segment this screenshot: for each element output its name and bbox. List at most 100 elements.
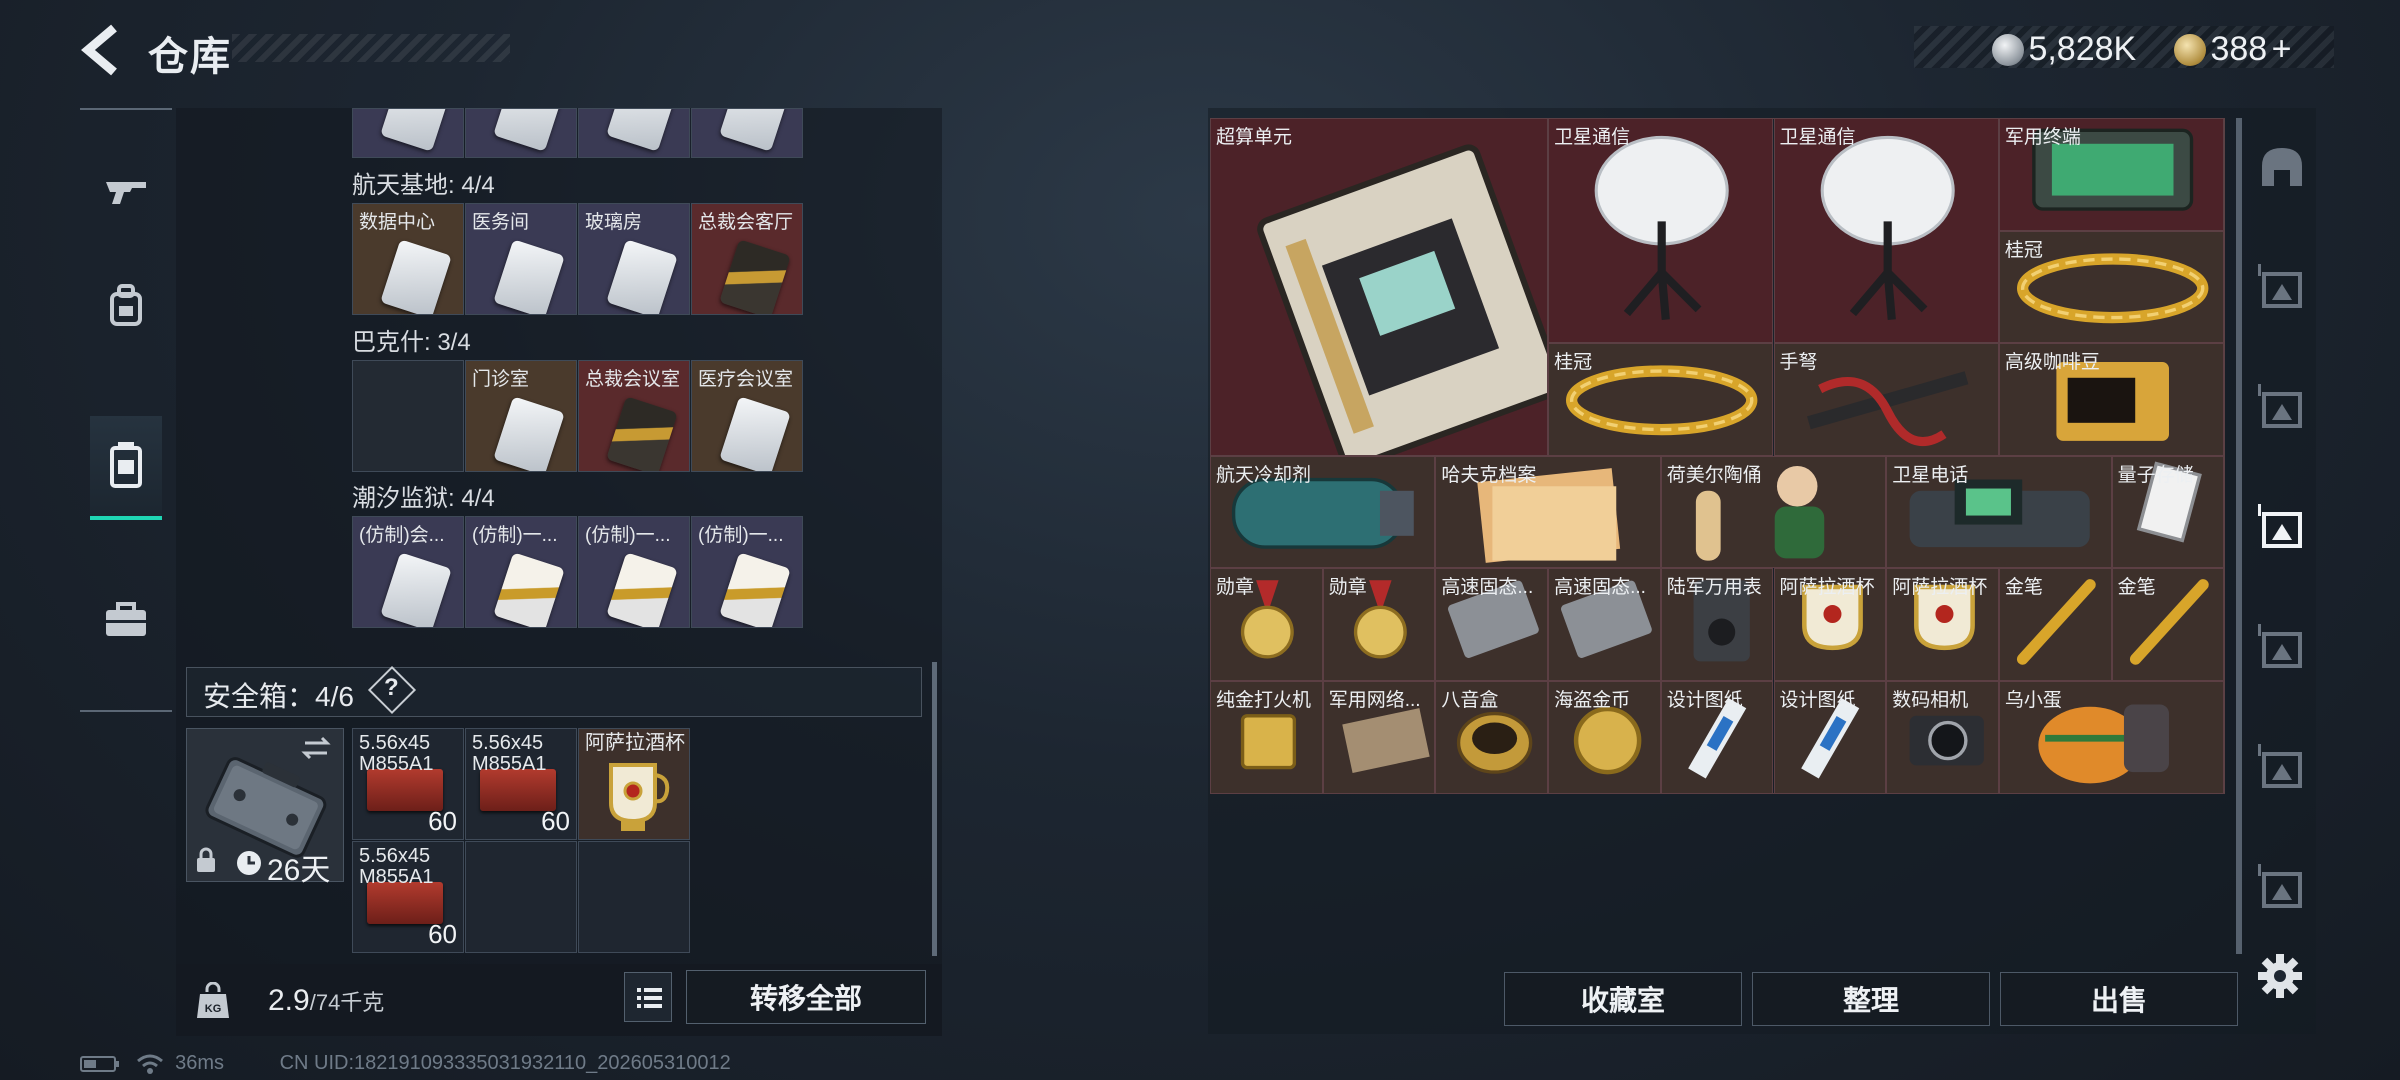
stash-tab-6-icon: [2258, 744, 2302, 788]
keycard-slot[interactable]: 医疗会议室: [691, 360, 803, 472]
stash-tab[interactable]: [2254, 862, 2310, 918]
list-view-button[interactable]: [624, 972, 672, 1022]
keycard-icon: [606, 239, 678, 314]
add-token-button[interactable]: +: [2272, 30, 2292, 68]
uid-label: CN UID:18219109333503193​2110_2026053100…: [279, 1052, 731, 1074]
stash-item[interactable]: 海盗金币: [1548, 681, 1661, 794]
stash-tab[interactable]: [2254, 502, 2310, 558]
transfer-all-button[interactable]: 转移全部: [686, 970, 926, 1024]
keycard-slot[interactable]: 数据中心: [352, 203, 464, 315]
nav-tab-items[interactable]: [90, 574, 162, 666]
back-button[interactable]: [78, 22, 124, 78]
rifle-icon: [106, 182, 146, 204]
sell-button[interactable]: 出售: [2000, 972, 2238, 1026]
keycard-slot[interactable]: [578, 108, 690, 158]
stash-item[interactable]: 军用终端: [1998, 118, 2225, 231]
category-sidebar: [80, 108, 172, 712]
keycard-slot[interactable]: [465, 108, 577, 158]
stash-item[interactable]: 高级咖啡豆: [1998, 343, 2225, 456]
stash-item[interactable]: 纯金打火机: [1210, 681, 1323, 794]
stash-tab[interactable]: [2254, 142, 2310, 198]
keycard-slot[interactable]: [352, 108, 464, 158]
stash-item[interactable]: 手弩: [1773, 343, 1999, 456]
keycard-slot[interactable]: (仿制)一...: [578, 516, 690, 628]
coin-balance: 5,828K: [1992, 30, 2136, 69]
safe-empty-slot[interactable]: [465, 841, 577, 953]
keycard-slot[interactable]: 总裁会客厅: [691, 203, 803, 315]
stash-item[interactable]: 超算单元: [1210, 118, 1549, 456]
keycard-slot[interactable]: 医务间: [465, 203, 577, 315]
collection-room-button[interactable]: 收藏室: [1504, 972, 1742, 1026]
swap-icon: [301, 736, 331, 760]
stash-item[interactable]: 卫星电话: [1886, 455, 2112, 569]
stash-item[interactable]: 陆军万用表: [1660, 568, 1774, 681]
keycard-row: 门诊室 总裁会议室 医疗会议室: [352, 360, 804, 472]
keycard-slot[interactable]: 总裁会议室: [578, 360, 690, 472]
stash-item[interactable]: 八音盒: [1435, 681, 1549, 794]
stash-item[interactable]: 卫星通信: [1548, 118, 1774, 344]
stash-tab[interactable]: [2254, 622, 2310, 678]
stash-tab[interactable]: [2254, 742, 2310, 798]
stash-item[interactable]: 军用网络...: [1322, 681, 1436, 794]
safe-item-ammo[interactable]: 5.56x45 M855A1 60: [352, 841, 464, 953]
nav-tab-weapons[interactable]: [90, 144, 162, 236]
keycard-slot[interactable]: 门诊室: [465, 360, 577, 472]
stash-item[interactable]: 卫星通信: [1773, 118, 1999, 344]
keycard-slot[interactable]: [691, 108, 803, 158]
nav-tab-bags[interactable]: [90, 260, 162, 352]
item-name: 5.56x45 M855A1: [359, 845, 434, 888]
stash-item[interactable]: 桂冠: [1548, 343, 1774, 456]
keycard-icon: [719, 239, 791, 314]
stash-tab[interactable]: [2254, 382, 2310, 438]
safe-item-goblet[interactable]: 阿萨拉酒杯: [578, 728, 690, 840]
stash-item-name: 桂冠: [1554, 352, 1593, 374]
keycard-slot[interactable]: (仿制)一...: [691, 516, 803, 628]
keycard-slot[interactable]: (仿制)一...: [465, 516, 577, 628]
safe-item-ammo[interactable]: 5.56x45 M855A1 60: [352, 728, 464, 840]
keycard-icon: [493, 552, 565, 627]
safe-box-label: 安全箱：4/6: [203, 681, 354, 712]
stash-tab-5-icon: [2258, 624, 2302, 668]
stash-item[interactable]: 设计图纸: [1660, 681, 1774, 794]
left-scrollbar[interactable]: [932, 662, 937, 956]
stash-item[interactable]: 量子存储: [2111, 455, 2225, 569]
keycard-slot[interactable]: (仿制)会...: [352, 516, 464, 628]
stash-tab[interactable]: [2254, 262, 2310, 318]
keycard-row-partial: [352, 108, 804, 158]
stash-item[interactable]: 高速固态...: [1435, 568, 1549, 681]
stash-item[interactable]: 数码相机: [1886, 681, 1999, 794]
keycard-icon: [380, 239, 452, 314]
stash-item[interactable]: 金笔: [2111, 568, 2225, 681]
stash-item[interactable]: 航天冷却剂: [1210, 455, 1436, 569]
stash-item[interactable]: 阿萨拉酒杯: [1886, 568, 1999, 681]
stash-item[interactable]: 桂冠: [1998, 230, 2225, 344]
keycard-name: (仿制)一...: [585, 525, 671, 546]
lock-icon: [197, 847, 215, 872]
stash-item[interactable]: 勋章: [1322, 568, 1436, 681]
stash-item[interactable]: 高速固态...: [1548, 568, 1661, 681]
settings-button[interactable]: [2254, 950, 2306, 1002]
keycard-name: 总裁会议室: [585, 369, 681, 390]
stash-item-name: 设计图纸: [1779, 690, 1856, 711]
stash-item[interactable]: 金笔: [1998, 568, 2112, 681]
stash-item-name: 陆军万用表: [1666, 577, 1762, 599]
stash-item-name: 哈夫克档案: [1441, 464, 1537, 486]
safe-empty-slot[interactable]: [578, 841, 690, 953]
empty-keycard-slot[interactable]: [352, 360, 464, 472]
stash-item[interactable]: 乌小蛋: [1998, 681, 2225, 794]
sort-button[interactable]: 整理: [1752, 972, 1990, 1026]
stash-item[interactable]: 哈夫克档案: [1435, 455, 1661, 569]
safe-item-ammo[interactable]: 5.56x45 M855A1 60: [465, 728, 577, 840]
stash-item[interactable]: 设计图纸: [1773, 681, 1887, 794]
stash-item[interactable]: 荷美尔陶俑: [1660, 455, 1887, 569]
stash-item[interactable]: 阿萨拉酒杯: [1773, 568, 1887, 681]
keycard-name: 总裁会客厅: [698, 212, 794, 233]
weight-current: 2.9: [268, 984, 310, 1017]
keycard-slot[interactable]: 玻璃房: [578, 203, 690, 315]
stash-tab-4-icon: [2258, 504, 2302, 548]
token-balance[interactable]: 388 +: [2174, 30, 2292, 69]
stash-item[interactable]: 勋章: [1210, 568, 1323, 681]
nav-tab-armor[interactable]: [90, 416, 162, 520]
stash-scrollbar[interactable]: [2236, 118, 2242, 954]
safe-case-slot[interactable]: 26天: [186, 728, 344, 887]
